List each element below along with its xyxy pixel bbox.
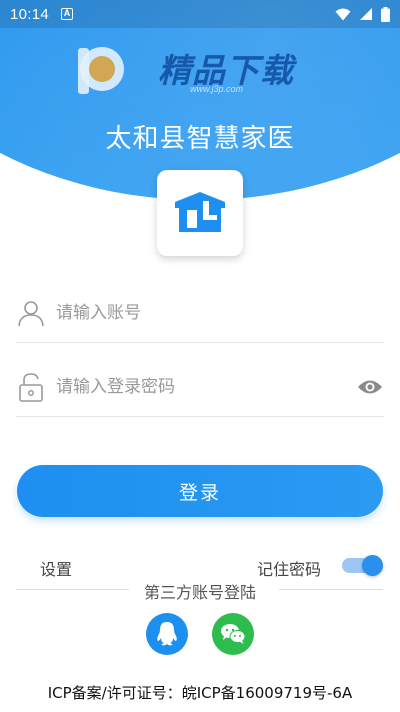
remember-password-label: 记住密码 <box>257 560 322 579</box>
lock-icon <box>16 372 46 402</box>
qq-login-button[interactable] <box>146 613 188 655</box>
show-password-icon[interactable] <box>356 373 384 401</box>
watermark-logo-icon <box>78 47 124 94</box>
toggle-knob <box>362 555 383 576</box>
user-icon <box>16 298 46 328</box>
settings-link[interactable]: 设置 <box>40 556 72 580</box>
wechat-icon <box>221 624 246 644</box>
wifi-icon <box>335 8 351 20</box>
account-input[interactable] <box>56 292 384 333</box>
third-party-login-label: 第三方账号登陆 <box>143 583 256 602</box>
password-input[interactable] <box>56 366 356 407</box>
status-icons <box>335 6 390 22</box>
qq-icon <box>157 622 177 646</box>
notification-icon: A <box>61 8 74 20</box>
watermark: 精品下载 www.j3p.com <box>72 40 332 100</box>
wechat-login-button[interactable] <box>212 613 254 655</box>
status-bar: 10:14 A <box>0 0 400 28</box>
signal-icon <box>360 8 372 20</box>
icp-license-text: ICP备案/许可证号：皖ICP备16009719号-6A <box>47 684 353 702</box>
battery-icon <box>381 6 390 22</box>
app-logo <box>157 170 243 256</box>
login-button[interactable]: 登录 <box>17 465 383 517</box>
password-field <box>16 357 384 417</box>
remember-password-toggle[interactable] <box>342 555 383 576</box>
page-title: 太和县智慧家医 <box>105 124 295 154</box>
house-logo-icon <box>175 192 225 232</box>
watermark-url: www.j3p.com <box>190 84 244 94</box>
account-field <box>16 283 384 343</box>
status-time: 10:14 <box>10 5 50 23</box>
